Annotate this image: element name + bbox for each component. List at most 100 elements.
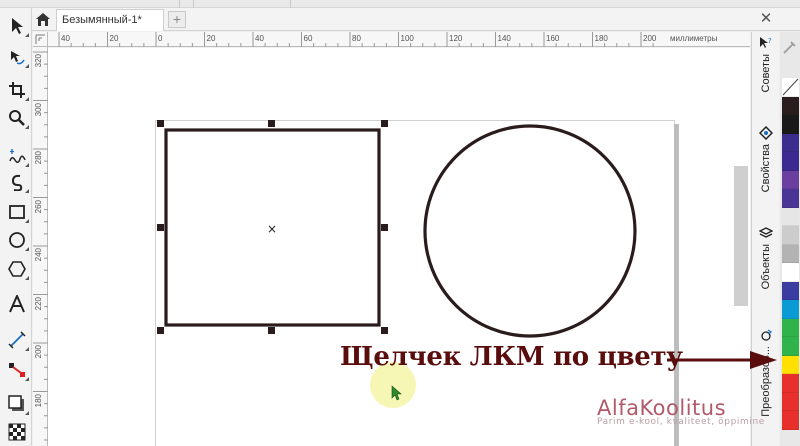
docker-tab-objects[interactable]: Объекты	[752, 226, 780, 289]
hints-icon: ?	[760, 37, 772, 48]
shape-tool-icon	[11, 51, 25, 65]
color-swatch[interactable]	[782, 244, 799, 263]
freehand-tool-icon	[9, 149, 26, 163]
transform-icon	[761, 329, 773, 341]
drop-shadow-tool[interactable]	[4, 392, 30, 416]
ruler-tick-label: 80	[352, 34, 361, 43]
color-swatch[interactable]	[782, 300, 799, 319]
drop-shadow-icon	[8, 395, 24, 411]
docker-tab-label: Свойства	[760, 144, 772, 193]
ruler-tick-label: 200	[643, 34, 657, 43]
handle-top-left[interactable]	[157, 120, 164, 127]
color-swatch[interactable]	[782, 133, 799, 152]
mouse-cursor-icon	[391, 385, 402, 401]
polygon-tool[interactable]	[4, 257, 30, 281]
freehand-tool[interactable]	[4, 144, 30, 168]
color-swatch[interactable]	[782, 207, 799, 226]
document-tab-bar: Безымянный-1* + ✕	[0, 8, 800, 31]
color-swatch[interactable]	[782, 96, 799, 115]
shape-tool[interactable]	[4, 45, 30, 69]
vertical-ruler[interactable]: 320 300 280 260 240 220 200 180	[33, 47, 48, 446]
color-swatch[interactable]	[782, 152, 799, 171]
artistic-media-icon	[11, 174, 23, 191]
handle-bottom-right[interactable]	[381, 327, 388, 334]
color-swatch[interactable]	[782, 355, 799, 374]
home-tab-button[interactable]	[32, 9, 54, 30]
pick-tool[interactable]	[4, 14, 30, 38]
ruler-tick-label: 300	[34, 102, 43, 116]
polygon-tool-icon	[8, 261, 26, 277]
ruler-tick-label: 160	[546, 34, 560, 43]
rectangle-tool-icon	[9, 205, 25, 219]
dimension-tool[interactable]	[4, 328, 30, 352]
color-swatch[interactable]	[782, 411, 799, 430]
horizontal-ruler[interactable]: 40 20 0 20 40 60 80 100 120 140 160 180 200 миллимет…	[48, 32, 750, 47]
color-swatch[interactable]	[782, 170, 799, 189]
ruler-tick-label: 220	[34, 296, 43, 310]
transparency-tool[interactable]	[4, 420, 30, 444]
ruler-tick-label: 180	[34, 393, 43, 407]
palette-picker-icon[interactable]	[780, 38, 800, 58]
crop-tool-icon	[9, 82, 25, 98]
toolbox	[0, 8, 32, 446]
property-bar-strip	[0, 0, 800, 8]
zoom-tool[interactable]	[4, 106, 30, 130]
text-tool[interactable]	[4, 292, 30, 316]
color-swatch[interactable]	[782, 263, 799, 282]
color-swatch[interactable]	[782, 189, 799, 208]
coreldraw-window: Безымянный-1* + ✕ 40 20 0 20 40 60 80 10…	[0, 0, 800, 446]
color-swatch[interactable]	[782, 374, 799, 393]
ruler-tick-label: 100	[400, 34, 414, 43]
no-color-swatch[interactable]	[782, 78, 799, 97]
zoom-tool-icon	[9, 110, 25, 126]
text-tool-icon	[9, 295, 25, 313]
color-swatch[interactable]	[782, 337, 799, 356]
color-swatch[interactable]	[782, 318, 799, 337]
handle-bottom-left[interactable]	[157, 327, 164, 334]
ruler-tick-label: 40	[255, 34, 264, 43]
close-docker-icon[interactable]: ✕	[758, 11, 774, 27]
home-icon	[36, 13, 50, 26]
handle-top-middle[interactable]	[268, 120, 275, 127]
document-tab[interactable]: Безымянный-1*	[56, 9, 164, 31]
handle-middle-left[interactable]	[157, 224, 164, 231]
crop-tool[interactable]	[4, 78, 30, 102]
ellipse-tool[interactable]	[4, 228, 30, 252]
ruler-tick-label: 280	[34, 151, 43, 165]
handle-top-right[interactable]	[381, 120, 388, 127]
ellipse-tool-icon	[9, 232, 25, 248]
color-swatch[interactable]	[782, 226, 799, 245]
docker-tab-properties[interactable]: Свойства	[752, 126, 780, 192]
artistic-media-tool[interactable]	[4, 170, 30, 194]
rectangle-tool[interactable]	[4, 200, 30, 224]
docker-tab-hints[interactable]: ? Советы	[752, 36, 780, 92]
instruction-caption: Щелчек ЛКМ по цвету	[340, 342, 683, 372]
ruler-tick-label: 180	[594, 34, 608, 43]
ruler-tick-label: 40	[61, 34, 70, 43]
color-swatch[interactable]	[782, 115, 799, 134]
transparency-tool-icon	[8, 423, 26, 441]
docker-tabs: ? Советы Свойства Объекты Преобразов...	[751, 32, 779, 446]
svg-text:?: ?	[768, 37, 772, 45]
pointer-arrow-icon	[667, 351, 777, 369]
ruler-tick-label: 20	[109, 34, 119, 43]
color-swatch[interactable]	[782, 281, 799, 300]
watermark-logo: AlfaKoolitus Parim e-kool, kvaliteet, õp…	[597, 396, 765, 427]
properties-icon	[759, 126, 773, 140]
ruler-tick-label: 320	[34, 54, 43, 68]
handle-bottom-middle[interactable]	[268, 327, 275, 334]
ruler-tick-label: 260	[34, 199, 43, 213]
ruler-tick-label: 140	[497, 34, 511, 43]
ruler-unit-label: миллиметры	[670, 34, 718, 43]
parallel-dimension-icon	[8, 331, 26, 349]
color-swatch[interactable]	[782, 392, 799, 411]
handle-middle-right[interactable]	[381, 224, 388, 231]
connector-tool[interactable]	[4, 358, 30, 382]
ruler-tick-label: 120	[449, 34, 463, 43]
docker-tab-label: Советы	[760, 54, 772, 93]
ruler-tick-label: 20	[206, 34, 216, 43]
add-document-button[interactable]: +	[168, 11, 186, 28]
ruler-origin[interactable]	[33, 32, 48, 47]
watermark-subtitle: Parim e-kool, kvaliteet, õppimine	[597, 417, 765, 427]
circle-object[interactable]	[423, 124, 637, 338]
